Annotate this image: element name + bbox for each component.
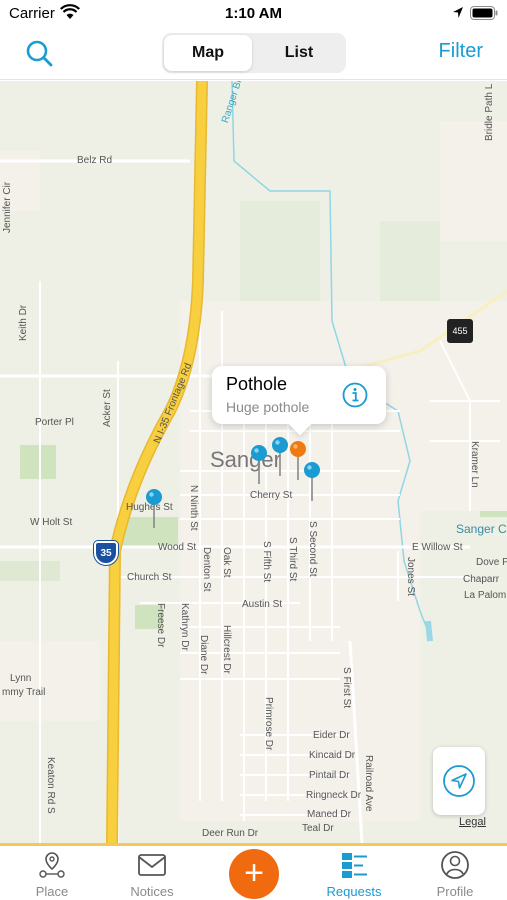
tab-notices[interactable]: Notices bbox=[102, 850, 202, 899]
tab-bar: Place Notices + Requests Profile bbox=[0, 843, 507, 900]
person-icon bbox=[441, 851, 469, 879]
place-label: Sanger C bbox=[456, 522, 507, 536]
add-request-button[interactable]: + bbox=[229, 849, 279, 899]
street-label: Porter Pl bbox=[35, 417, 74, 428]
search-button[interactable] bbox=[24, 38, 56, 70]
street-label: Freese Dr bbox=[155, 603, 166, 648]
map-pin-blue[interactable] bbox=[250, 444, 268, 484]
street-label: Chaparr bbox=[463, 574, 500, 585]
pin-callout[interactable]: Pothole Huge pothole bbox=[212, 366, 386, 424]
street-label: Kathryn Dr bbox=[179, 603, 190, 651]
list-icon bbox=[342, 853, 367, 878]
tab-place[interactable]: Place bbox=[2, 850, 102, 899]
street-label: Lynn bbox=[10, 673, 32, 684]
street-label: La Palom bbox=[464, 590, 507, 601]
nav-bar: Map List Filter bbox=[0, 28, 507, 80]
street-label: N Ninth St bbox=[188, 485, 199, 531]
segment-map[interactable]: Map bbox=[164, 35, 252, 71]
tab-label: Place bbox=[35, 884, 69, 899]
app-root: Carrier 1:10 AM Map List Filter Belz Rd … bbox=[0, 0, 507, 900]
tab-label: Profile bbox=[436, 884, 474, 899]
map-pin-blue[interactable] bbox=[145, 488, 163, 528]
street-label: Denton St bbox=[201, 547, 212, 592]
street-label: mmy Trail bbox=[2, 687, 46, 698]
segment-list[interactable]: List bbox=[254, 35, 344, 71]
street-label: Diane Dr bbox=[198, 635, 209, 675]
street-label: Primrose Dr bbox=[263, 697, 274, 751]
status-bar: Carrier 1:10 AM bbox=[0, 0, 507, 28]
callout-title: Pothole bbox=[226, 374, 288, 394]
legal-link[interactable]: Legal bbox=[459, 816, 486, 828]
info-icon[interactable] bbox=[342, 382, 368, 408]
street-label: Jones St bbox=[405, 557, 416, 596]
street-label: Wood St bbox=[158, 542, 197, 553]
location-arrow-icon bbox=[443, 765, 475, 797]
street-label: Deer Run Dr bbox=[202, 828, 259, 839]
street-label: Kincaid Dr bbox=[309, 750, 356, 761]
street-label: S First St bbox=[341, 667, 352, 709]
street-label: E Willow St bbox=[412, 542, 463, 553]
street-label: Dove P bbox=[476, 557, 507, 568]
street-label: Acker St bbox=[102, 389, 113, 427]
plus-icon: + bbox=[244, 854, 264, 892]
street-label: Pintail Dr bbox=[309, 770, 350, 781]
locate-me-button[interactable] bbox=[433, 747, 485, 815]
location-arrow-icon bbox=[452, 6, 464, 23]
map-pin-blue[interactable] bbox=[303, 461, 321, 501]
street-label: Kramer Ln bbox=[469, 441, 480, 488]
street-label: Railroad Ave bbox=[363, 755, 374, 812]
street-label: Austin St bbox=[242, 599, 283, 610]
mail-icon bbox=[138, 854, 166, 876]
street-label: Eider Dr bbox=[313, 730, 350, 741]
map-list-segmented-control: Map List bbox=[162, 33, 346, 73]
street-label: S Third St bbox=[287, 537, 298, 582]
interstate-shield: 35 bbox=[94, 541, 118, 565]
street-label: Cherry St bbox=[250, 490, 293, 501]
street-label: Oak St bbox=[221, 547, 232, 578]
street-label: Ringneck Dr bbox=[306, 790, 362, 801]
street-label: W Holt St bbox=[30, 517, 73, 528]
tab-label: Requests bbox=[326, 884, 382, 899]
tab-profile[interactable]: Profile bbox=[405, 850, 505, 899]
place-icon bbox=[39, 852, 65, 878]
tab-requests[interactable]: Requests bbox=[304, 850, 404, 899]
street-label: Keaton Rd S bbox=[45, 757, 56, 814]
street-label: Hillcrest Dr bbox=[221, 625, 232, 674]
street-label: Bridle Path L bbox=[484, 83, 495, 141]
street-label: S Fifth St bbox=[261, 541, 272, 583]
clock: 1:10 AM bbox=[225, 5, 282, 22]
street-label: Belz Rd bbox=[77, 155, 113, 166]
map-pin-blue[interactable] bbox=[271, 436, 289, 476]
state-highway-shield: 455 bbox=[447, 319, 473, 343]
street-label: Teal Dr bbox=[302, 823, 334, 834]
street-label: Jennifer Cir bbox=[2, 181, 13, 233]
street-label: Church St bbox=[127, 572, 172, 583]
street-label: Maned Dr bbox=[307, 809, 351, 820]
callout-subtitle: Huge pothole bbox=[226, 399, 310, 415]
battery-icon bbox=[470, 6, 498, 24]
street-label: S Second St bbox=[307, 521, 318, 577]
filter-button[interactable]: Filter bbox=[439, 40, 483, 63]
search-icon bbox=[26, 40, 53, 67]
tab-label: Notices bbox=[130, 884, 174, 899]
street-label: Keith Dr bbox=[18, 304, 29, 341]
